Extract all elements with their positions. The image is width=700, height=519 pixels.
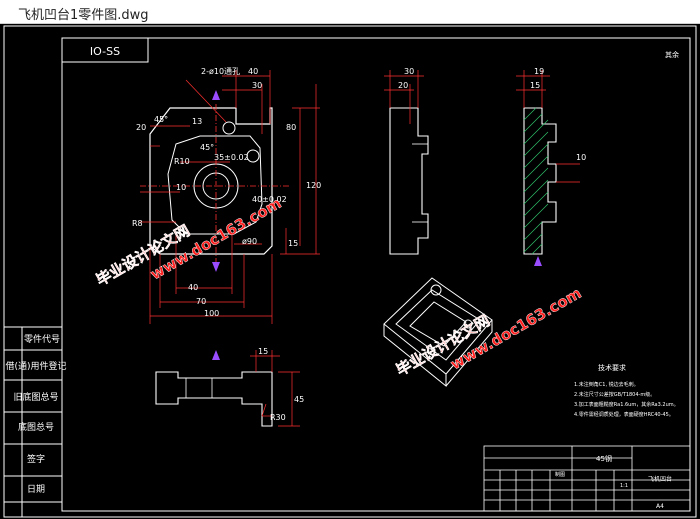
dim-120: 120 [306, 181, 321, 190]
bottom-dim-r30: R30 [270, 413, 286, 422]
label-part-code: 零件代号 [24, 333, 60, 345]
bottom-view: 15 45 R30 [155, 347, 304, 427]
label-base-no: 底图总号 [18, 421, 54, 433]
cad-canvas[interactable]: IO-SS 其余 零件代号 借(通)用件登记 旧底图总号 底图总号 签字 日期 [0, 24, 700, 519]
dim-13: 13 [192, 117, 202, 126]
drawing-no-text: IO-SS [90, 45, 120, 58]
title-part-name: 飞机凹台 [648, 475, 672, 483]
tech-notes-heading: 技术要求 [598, 363, 626, 372]
tech-notes: 技术要求 1.未注倒角C1, 锐边去毛刺。 2.未注尺寸公差按GB/T1804-… [574, 363, 679, 418]
dim-10: 10 [176, 183, 186, 192]
side2-dim-19: 19 [534, 67, 544, 76]
tech-note-line: 1.未注倒角C1, 锐边去毛刺。 [574, 381, 639, 388]
label-date: 日期 [27, 484, 45, 495]
title-scale: 1:1 [620, 483, 628, 489]
cad-drawing: IO-SS 其余 零件代号 借(通)用件登记 旧底图总号 底图总号 签字 日期 [3, 25, 697, 518]
dim-80: 80 [286, 123, 296, 132]
tech-note-line: 2.未注尺寸公差按GB/T1804-m级。 [574, 391, 655, 398]
dim-35: 35±0.02 [214, 153, 249, 162]
left-label-column: 零件代号 借(通)用件登记 旧底图总号 底图总号 签字 日期 [4, 326, 67, 517]
dim-40-top: 40 [248, 67, 258, 76]
tech-note-line: 3.加工表面粗糙度Ra1.6um，其余Ra3.2um。 [574, 401, 679, 408]
dim-45-mid: 45° [200, 143, 214, 152]
dim-r8: R8 [132, 219, 143, 228]
title-sheet: A4 [656, 503, 664, 510]
window-titlebar: 飞机凹台1零件图.dwg [0, 0, 700, 24]
window-title: 飞机凹台1零件图.dwg [18, 8, 149, 23]
title-material: 45钢 [596, 454, 612, 463]
dim-30-top: 30 [252, 81, 262, 90]
dim-holes: 2-ø10通孔 [201, 66, 240, 76]
side2-dim-15: 15 [530, 81, 540, 90]
dim-45-left: 45° [154, 115, 168, 124]
side-view-1: 30 20 [384, 67, 429, 255]
side1-dim-20: 20 [398, 81, 408, 90]
label-borrowed: 借(通)用件登记 [5, 360, 66, 372]
side1-dim-30: 30 [404, 67, 414, 76]
label-signature: 签字 [27, 453, 45, 465]
dim-70: 70 [196, 297, 206, 306]
top-right-note: 其余 [665, 50, 679, 59]
side-view-2: 19 15 10 [516, 67, 586, 266]
dim-100: 100 [204, 309, 219, 318]
side2-dim-10: 10 [576, 153, 586, 162]
dim-40-bottom: 40 [188, 283, 198, 292]
bottom-dim-45: 45 [294, 395, 304, 404]
tech-note-line: 4.零件需经调质处理，表面硬度HRC40-45。 [574, 411, 674, 418]
dim-20-left: 20 [136, 123, 146, 132]
watermark-2: 毕业设计论文网 www.doc163.com [393, 284, 585, 380]
front-view: 2-ø10通孔 40 30 20 45° 13 80 R10 10 45° 35… [132, 66, 321, 324]
dim-r10: R10 [174, 157, 190, 166]
dim-15-right: 15 [288, 239, 298, 248]
label-old-base-no: 旧底图总号 [13, 391, 58, 403]
title-company: 制图 [555, 471, 565, 478]
bottom-dim-15: 15 [258, 347, 268, 356]
dim-90: ø90 [242, 237, 257, 246]
